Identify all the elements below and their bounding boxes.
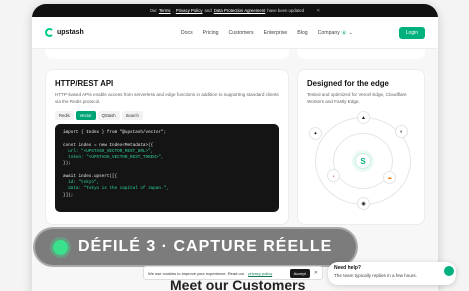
capture-overlay: DÉFILÉ 3 · CAPTURE RÉELLE bbox=[33, 227, 358, 267]
accept-button[interactable]: Accept bbox=[289, 268, 310, 278]
http-api-card: HTTP/REST API HTTP-based APIs enable acc… bbox=[45, 69, 289, 225]
terms-link[interactable]: Terms bbox=[159, 8, 171, 13]
status-dot-icon bbox=[53, 239, 68, 255]
tab-search[interactable]: Search bbox=[121, 111, 143, 121]
nav-link-customers[interactable]: Customers bbox=[229, 30, 254, 36]
deno-icon: ◉ bbox=[357, 197, 370, 211]
help-title: Need help? bbox=[334, 265, 361, 271]
code-line: }]); bbox=[63, 192, 74, 198]
previous-card-right bbox=[297, 49, 425, 59]
chat-bubble-icon[interactable] bbox=[442, 264, 456, 278]
tab-redis[interactable]: Redis bbox=[55, 111, 74, 121]
brand-name: upstash bbox=[57, 29, 84, 36]
code-block: import { Index } from "@upstash/vector";… bbox=[55, 124, 279, 213]
top-nav: upstash Docs Pricing Customers Enterpris… bbox=[32, 17, 438, 49]
edge-description: Tested and optimized for Vercel Edge, Cl… bbox=[307, 92, 407, 104]
close-icon[interactable]: ✕ bbox=[314, 270, 318, 276]
login-button[interactable]: Login bbox=[398, 26, 425, 39]
tab-qstash[interactable]: QStash bbox=[97, 111, 120, 121]
feature-cards: HTTP/REST API HTTP-based APIs enable acc… bbox=[32, 63, 438, 225]
previous-section-edge bbox=[32, 49, 438, 63]
banner-comma: , bbox=[172, 8, 174, 13]
hono-icon: ✦ bbox=[309, 127, 322, 141]
code-tabs: Redis Vector QStash Search bbox=[55, 111, 279, 121]
edge-diagram: ▲ ◐ ✦ ● ☁ ◉ S bbox=[307, 111, 419, 211]
edge-card: Designed for the edge Tested and optimiz… bbox=[297, 69, 425, 225]
http-api-description: HTTP-based APIs enable access from serve… bbox=[55, 92, 279, 104]
help-widget[interactable]: Need help? The team typically replies in… bbox=[328, 262, 456, 285]
edge-title: Designed for the edge bbox=[307, 79, 389, 88]
upstash-logo-icon bbox=[45, 28, 54, 37]
policy-banner: Our Terms, Privacy Policy and Data Prote… bbox=[32, 4, 438, 17]
cookie-text: We use cookies to improve your experienc… bbox=[148, 270, 245, 276]
http-api-title: HTTP/REST API bbox=[55, 79, 114, 88]
nextjs-icon: ◐ bbox=[395, 125, 408, 139]
tab-vector[interactable]: Vector bbox=[75, 111, 96, 121]
nav-link-blog[interactable]: Blog bbox=[297, 30, 307, 36]
cookie-banner: We use cookies to improve your experienc… bbox=[143, 266, 323, 280]
nav-link-enterprise[interactable]: Enterprise bbox=[264, 30, 288, 36]
overlay-label: DÉFILÉ 3 · CAPTURE RÉELLE bbox=[78, 238, 333, 255]
nav-link-docs[interactable]: Docs bbox=[181, 30, 193, 36]
brand-logo[interactable]: upstash bbox=[45, 28, 135, 37]
nav-link-company[interactable]: Company 6 ⌄ bbox=[317, 29, 353, 36]
privacy-link[interactable]: Privacy Policy bbox=[176, 8, 203, 13]
close-icon[interactable]: ✕ bbox=[316, 8, 320, 14]
company-badge: 6 bbox=[340, 29, 348, 35]
company-label: Company bbox=[317, 29, 340, 36]
banner-and: and bbox=[204, 8, 212, 13]
chevron-down-icon: ⌄ bbox=[348, 29, 353, 36]
help-subtitle: The team typically replies in a few hour… bbox=[334, 273, 417, 278]
banner-suffix: have been updated bbox=[267, 8, 305, 13]
dpa-link[interactable]: Data Protection Agreement bbox=[214, 8, 266, 13]
previous-card-left bbox=[45, 49, 289, 59]
privacy-policy-link[interactable]: privacy policy bbox=[248, 271, 272, 276]
nav-link-pricing[interactable]: Pricing bbox=[203, 30, 219, 36]
nav-links: Docs Pricing Customers Enterprise Blog C… bbox=[135, 29, 399, 36]
banner-prefix: Our bbox=[149, 8, 157, 13]
